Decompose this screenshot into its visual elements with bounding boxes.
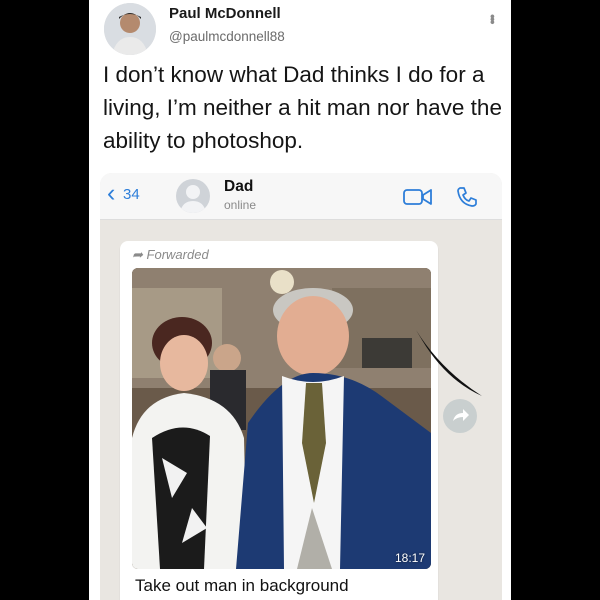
- chat-header: ‹ 34 Dad online: [100, 173, 502, 220]
- contact-name[interactable]: Dad: [224, 178, 253, 196]
- video-call-icon[interactable]: [403, 188, 433, 211]
- forward-arrow-icon: ➦: [132, 247, 143, 262]
- forwarded-text: Forwarded: [146, 247, 209, 262]
- contact-avatar[interactable]: [176, 179, 210, 213]
- back-chevron-icon[interactable]: ‹: [107, 179, 115, 208]
- unread-count[interactable]: 34: [123, 186, 140, 203]
- message-bubble[interactable]: ➦ Forwarded 18:17 Take out man in backgr…: [120, 241, 438, 600]
- forwarded-label: ➦ Forwarded: [132, 247, 209, 263]
- more-icon[interactable]: •••: [485, 14, 501, 23]
- author-name[interactable]: Paul McDonnell: [169, 5, 281, 22]
- message-time: 18:17: [394, 551, 425, 565]
- author-avatar[interactable]: [104, 3, 156, 55]
- phone-icon[interactable]: [455, 185, 479, 214]
- message-photo[interactable]: 18:17: [132, 268, 431, 569]
- author-handle[interactable]: @paulmcdonnell88: [169, 29, 285, 44]
- share-icon[interactable]: [443, 399, 477, 433]
- decorative-swoosh: [416, 330, 482, 396]
- contact-status: online: [224, 198, 257, 212]
- tweet-text: I don’t know what Dad thinks I do for a …: [103, 62, 502, 153]
- message-caption: Take out man in background: [135, 576, 349, 595]
- tweet-card: Paul McDonnell @paulmcdonnell88 ••• I do…: [89, 0, 511, 600]
